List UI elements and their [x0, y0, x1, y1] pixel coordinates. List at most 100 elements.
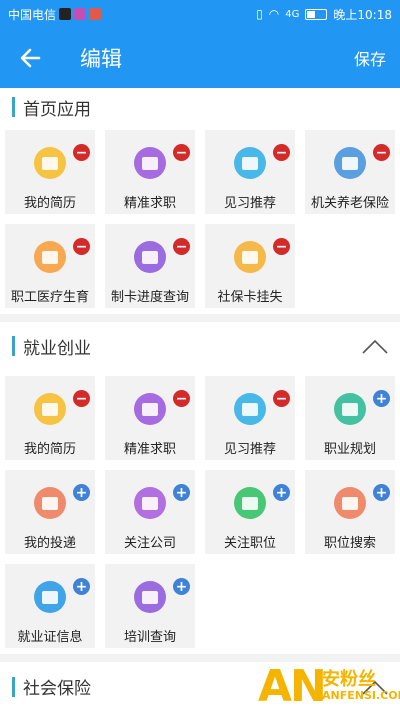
app-tile[interactable]: 精准求职 −: [105, 376, 195, 460]
app-tile-label: 关注职位: [223, 536, 276, 551]
arrow-left-icon: [20, 48, 41, 68]
section-title: 首页应用: [23, 99, 91, 120]
app-tile-label: 精准求职: [123, 196, 176, 211]
app-tile-label: 我的简历: [23, 196, 76, 211]
app-tile-label: 社保卡挂失: [217, 290, 283, 305]
carrier-label: 中国电信: [8, 7, 57, 22]
app-tile[interactable]: 我的简历 −: [5, 130, 95, 214]
remove-button[interactable]: −: [73, 390, 90, 407]
add-button[interactable]: +: [273, 484, 290, 501]
app-tile[interactable]: 职位搜索 +: [305, 470, 395, 554]
icon-glyph: [42, 156, 58, 170]
remove-button[interactable]: −: [373, 144, 390, 161]
app-tile-label: 关注公司: [123, 536, 176, 551]
icon-glyph: [142, 496, 158, 510]
app-tile[interactable]: 就业证信息 +: [5, 564, 95, 648]
watermark-url: ANFENSI.COM: [322, 689, 400, 702]
app-tile-label: 我的投递: [23, 536, 76, 551]
icon-glyph: [42, 590, 58, 604]
icon-glyph: [42, 402, 58, 416]
app-tile[interactable]: 职业规划 +: [305, 376, 395, 460]
app-tile-label: 职业规划: [323, 442, 376, 457]
icon-glyph: [242, 496, 258, 510]
app-tile[interactable]: 培训查询 +: [105, 564, 195, 648]
section-title: 社会保险: [23, 679, 91, 699]
back-button[interactable]: [0, 28, 60, 88]
remove-button[interactable]: −: [173, 390, 190, 407]
chevron-up-icon[interactable]: [362, 337, 388, 355]
remove-button[interactable]: −: [73, 144, 90, 161]
section-header-home-apps: 首页应用: [0, 88, 400, 126]
card-icon: [34, 241, 66, 273]
app-tile-label: 就业证信息: [17, 630, 83, 645]
app-tile-label: 培训查询: [123, 630, 176, 645]
app-icon: [74, 8, 87, 20]
card-icon: [234, 241, 266, 273]
section-header-employment: 就业创业: [0, 322, 400, 370]
network-label: 4G: [285, 8, 300, 20]
heart-icon: [234, 487, 266, 519]
resume-icon: [34, 147, 66, 179]
wifi-icon: ◠: [268, 7, 280, 21]
app-tile[interactable]: 机关养老保险 −: [305, 130, 395, 214]
icon-glyph: [142, 156, 158, 170]
clock-icon: [134, 241, 166, 273]
add-button[interactable]: +: [373, 484, 390, 501]
building-icon: [334, 147, 366, 179]
app-tile-label: 机关养老保险: [310, 196, 389, 211]
icon-glyph: [342, 402, 358, 416]
hand-icon: [234, 147, 266, 179]
status-bar: 中国电信 ▯ ◠ 4G 晚上10:18: [0, 0, 400, 28]
icon-glyph: [242, 402, 258, 416]
watermark-logo: AN 安粉丝 ANFENSI.COM: [258, 661, 400, 711]
page-title: 编辑: [80, 47, 122, 71]
app-tile[interactable]: 职工医疗生育 −: [5, 224, 95, 308]
tiktok-icon: [59, 8, 72, 20]
resume-icon: [34, 393, 66, 425]
app-tile[interactable]: 我的投递 +: [5, 470, 95, 554]
app-tile[interactable]: 关注公司 +: [105, 470, 195, 554]
clock-label: 晚上10:18: [333, 7, 392, 22]
app-tile[interactable]: 制卡进度查询 −: [105, 224, 195, 308]
hand-icon: [234, 393, 266, 425]
watermark-name: 安粉丝: [322, 669, 376, 690]
icon-glyph: [142, 590, 158, 604]
add-button[interactable]: +: [373, 390, 390, 407]
remove-button[interactable]: −: [173, 144, 190, 161]
app-tile[interactable]: 社保卡挂失 −: [205, 224, 295, 308]
add-button[interactable]: +: [73, 484, 90, 501]
save-button[interactable]: 保存: [354, 46, 386, 70]
remove-button[interactable]: −: [173, 238, 190, 255]
icon-glyph: [342, 496, 358, 510]
heart-icon: [134, 487, 166, 519]
app-tile[interactable]: 见习推荐 −: [205, 376, 295, 460]
app-tile-label: 制卡进度查询: [110, 290, 189, 305]
app-tile-label: 职工医疗生育: [10, 290, 89, 305]
monitor-icon: [334, 487, 366, 519]
briefcase-icon: [134, 147, 166, 179]
add-button[interactable]: +: [173, 578, 190, 595]
icon-glyph: [342, 156, 358, 170]
add-button[interactable]: +: [73, 578, 90, 595]
remove-button[interactable]: −: [273, 144, 290, 161]
add-button[interactable]: +: [173, 484, 190, 501]
tools-icon: [334, 393, 366, 425]
remove-button[interactable]: −: [273, 238, 290, 255]
briefcase-icon: [134, 393, 166, 425]
watermark-an: AN: [258, 661, 327, 711]
section-accent-bar: [12, 676, 15, 697]
section-accent-bar: [12, 97, 15, 117]
battery-icon: [305, 8, 328, 20]
app-tile-label: 见习推荐: [223, 196, 276, 211]
app-tile[interactable]: 我的简历 −: [5, 376, 95, 460]
app-tile[interactable]: 见习推荐 −: [205, 130, 295, 214]
title-bar: 编辑 保存: [0, 28, 400, 88]
remove-button[interactable]: −: [73, 238, 90, 255]
icon-glyph: [142, 402, 158, 416]
vibrate-icon: ▯: [256, 7, 263, 21]
id-card-icon: [34, 581, 66, 613]
icon-glyph: [242, 250, 258, 264]
app-tile[interactable]: 精准求职 −: [105, 130, 195, 214]
app-tile[interactable]: 关注职位 +: [205, 470, 295, 554]
remove-button[interactable]: −: [273, 390, 290, 407]
